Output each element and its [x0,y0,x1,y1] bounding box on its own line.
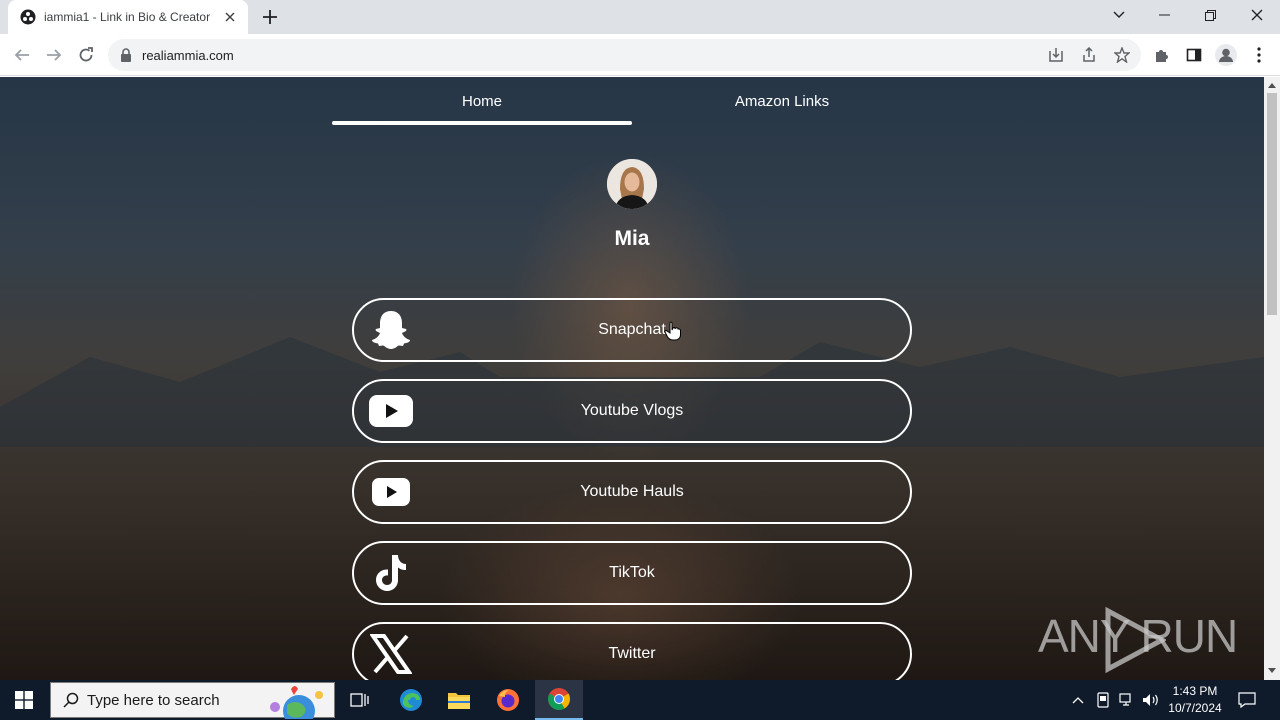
tab-home[interactable]: Home [332,77,632,125]
youtube-icon [368,389,414,433]
tiktok-link-button[interactable]: TikTok [352,541,912,605]
device-tray-icon[interactable] [1093,680,1113,720]
youtube-vlogs-label: Youtube Vlogs [580,402,684,419]
tab-home-label: Home [461,92,502,110]
network-icon[interactable] [1117,680,1137,720]
scroll-down-arrow-icon[interactable] [1268,667,1276,675]
browser-menu-icon[interactable] [1247,43,1271,67]
url-text: realiammia.com [142,47,234,63]
firefox-icon[interactable] [487,680,529,720]
twitter-label: Twitter [608,645,656,662]
bookmark-star-icon[interactable] [1114,47,1130,63]
back-arrow-icon[interactable] [10,43,34,67]
browser-tab[interactable]: iammia1 - Link in Bio & Creator [8,0,248,34]
restore-button[interactable] [1187,0,1233,30]
address-bar[interactable]: realiammia.com [108,39,1141,71]
browser-tab-strip: iammia1 - Link in Bio & Creator [0,0,1280,34]
share-icon[interactable] [1081,47,1097,63]
tiktok-label: TikTok [609,564,655,581]
notifications-icon[interactable] [1234,680,1260,720]
youtube-vlogs-link-button[interactable]: Youtube Vlogs [352,379,912,443]
page-scrollbar[interactable] [1264,77,1280,680]
x-twitter-icon [368,632,414,676]
browser-toolbar: realiammia.com [0,34,1280,76]
tab-amazon-links[interactable]: Amazon Links [632,77,932,125]
youtube-icon [368,470,414,514]
lock-icon[interactable] [120,48,132,62]
minimize-button[interactable] [1141,0,1187,30]
windows-start-icon[interactable] [0,680,48,720]
tab-amazon-links-label: Amazon Links [734,92,830,110]
extensions-puzzle-icon[interactable] [1150,43,1174,67]
reload-icon[interactable] [74,43,98,67]
page-viewport: Home Amazon Links Mia Snapchat Youtube V… [0,77,1264,680]
search-icon [63,692,79,708]
volume-icon[interactable] [1141,680,1161,720]
play-logo-icon [1105,607,1166,673]
snapchat-link-button[interactable]: Snapchat [352,298,912,362]
show-hidden-icons-chevron-icon[interactable] [1068,680,1088,720]
forward-arrow-icon[interactable] [42,43,66,67]
scroll-up-arrow-icon[interactable] [1268,81,1276,89]
hand-cursor-icon [664,321,682,341]
tab-search-button[interactable] [1096,0,1142,30]
file-explorer-icon[interactable] [438,680,480,720]
profile-name: Mia [614,227,650,250]
close-window-button[interactable] [1234,0,1280,30]
clock-time: 1:43 PM [1172,684,1218,698]
active-tab-indicator [332,121,632,125]
tab-title: iammia1 - Link in Bio & Creator [44,10,211,24]
snapchat-icon [368,308,414,352]
close-tab-icon[interactable] [222,9,238,25]
youtube-hauls-link-button[interactable]: Youtube Hauls [352,460,912,524]
clock-date: 10/7/2024 [1168,701,1222,715]
profile-avatar-icon[interactable] [1214,43,1238,67]
search-placeholder: Type here to search [87,691,220,709]
youtube-hauls-label: Youtube Hauls [580,483,684,500]
system-clock[interactable]: 1:43 PM 10/7/2024 [1166,683,1224,717]
snapchat-label: Snapchat [598,321,666,338]
task-view-icon[interactable] [340,680,380,720]
windows-taskbar: Type here to search 1:43 PM 10/7/2024 [0,680,1280,720]
anyrun-watermark: ANY RUN [1038,607,1238,673]
new-tab-button[interactable] [258,7,282,27]
tiktok-icon [368,551,414,595]
install-app-icon[interactable] [1048,47,1064,63]
taskbar-search-box[interactable]: Type here to search [50,682,335,719]
edge-browser-icon[interactable] [390,680,432,720]
site-favicon-icon [20,9,36,25]
chrome-taskbar-icon[interactable] [535,680,583,720]
profile-avatar [607,159,657,209]
search-highlight-globe-icon [261,683,331,719]
side-panel-icon[interactable] [1182,43,1206,67]
scroll-thumb[interactable] [1267,93,1277,315]
twitter-link-button[interactable]: Twitter [352,622,912,680]
